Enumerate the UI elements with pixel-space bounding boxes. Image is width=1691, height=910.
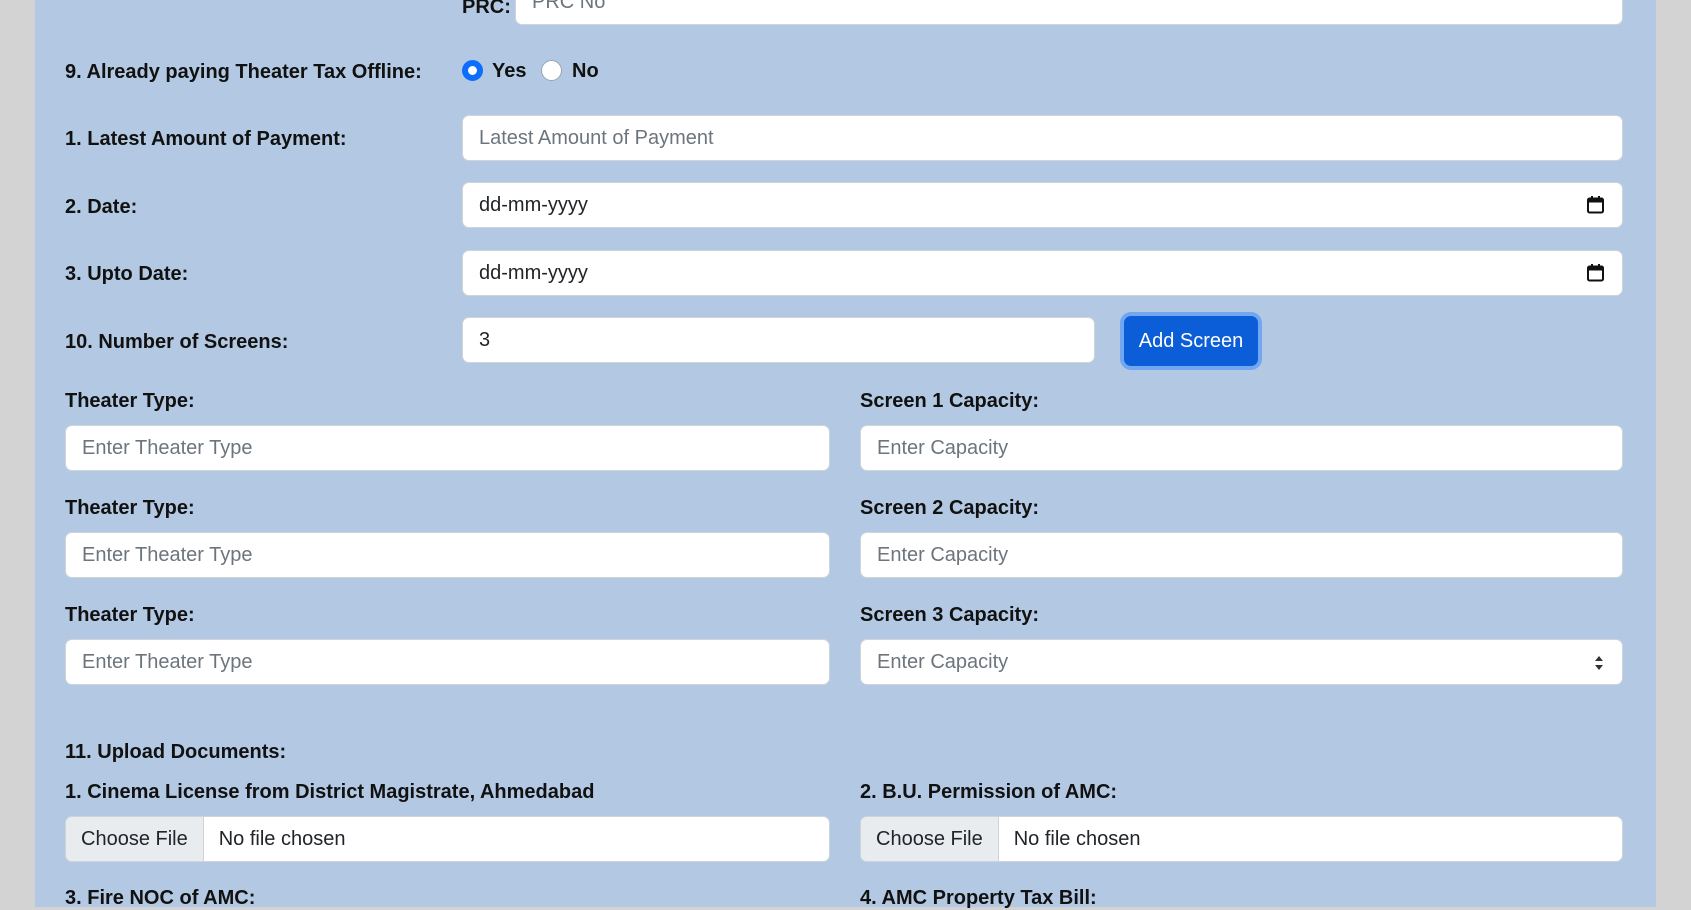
screen-capacity-input[interactable]: Enter Capacity (860, 639, 1623, 685)
screens-input[interactable]: 3 (462, 317, 1095, 363)
upload-label: 3. Fire NOC of AMC: (65, 887, 256, 909)
payment-label: 1. Latest Amount of Payment: (65, 128, 347, 150)
theater-tax-yes-label[interactable]: Yes (492, 59, 526, 83)
file-status: No file chosen (1013, 827, 1141, 850)
file-input[interactable]: Choose File No file chosen (65, 816, 830, 862)
screen-capacity-label: Screen 2 Capacity: (860, 497, 1039, 519)
upload-label: 1. Cinema License from District Magistra… (65, 781, 595, 803)
theater-type-input[interactable]: Enter Theater Type (65, 425, 830, 471)
screens-label: 10. Number of Screens: (65, 331, 289, 353)
theater-type-placeholder: Enter Theater Type (82, 650, 253, 673)
theater-tax-no-radio[interactable] (541, 60, 562, 81)
calendar-icon[interactable] (1587, 264, 1604, 282)
upto-date-input[interactable]: dd-mm-yyyy (462, 250, 1623, 296)
spinner-arrows-icon[interactable] (1592, 652, 1606, 674)
payment-input[interactable]: Latest Amount of Payment (462, 115, 1623, 161)
theater-type-input[interactable]: Enter Theater Type (65, 639, 830, 685)
choose-file-button[interactable]: Choose File (66, 817, 204, 861)
theater-type-label: Theater Type: (65, 497, 195, 519)
date-value: dd-mm-yyyy (479, 193, 588, 216)
file-input[interactable]: Choose File No file chosen (860, 816, 1623, 862)
theater-type-placeholder: Enter Theater Type (82, 543, 253, 566)
screen-capacity-placeholder: Enter Capacity (877, 436, 1009, 459)
theater-tax-label: 9. Already paying Theater Tax Offline: (65, 61, 422, 83)
screen-capacity-label: Screen 3 Capacity: (860, 604, 1039, 626)
screen-capacity-input[interactable]: Enter Capacity (860, 532, 1623, 578)
theater-tax-no-label[interactable]: No (572, 59, 599, 83)
form-panel: PRC: PRC No 9. Already paying Theater Ta… (35, 0, 1656, 909)
upto-date-value: dd-mm-yyyy (479, 261, 588, 284)
theater-type-placeholder: Enter Theater Type (82, 436, 253, 459)
theater-type-input[interactable]: Enter Theater Type (65, 532, 830, 578)
theater-type-label: Theater Type: (65, 604, 195, 626)
calendar-icon[interactable] (1587, 196, 1604, 214)
payment-placeholder: Latest Amount of Payment (479, 126, 714, 149)
prc-placeholder: PRC No (532, 0, 606, 13)
upto-date-label: 3. Upto Date: (65, 263, 189, 285)
screens-value: 3 (479, 328, 491, 351)
file-status: No file chosen (218, 827, 346, 850)
screen-capacity-input[interactable]: Enter Capacity (860, 425, 1623, 471)
prc-input[interactable]: PRC No (515, 0, 1623, 25)
date-label: 2. Date: (65, 196, 138, 218)
upload-label: 4. AMC Property Tax Bill: (860, 887, 1097, 909)
prc-label: PRC: (462, 0, 511, 18)
choose-file-button[interactable]: Choose File (861, 817, 999, 861)
upload-heading: 11. Upload Documents: (65, 741, 287, 763)
date-input[interactable]: dd-mm-yyyy (462, 182, 1623, 228)
theater-type-label: Theater Type: (65, 390, 195, 412)
screen-capacity-label: Screen 1 Capacity: (860, 390, 1039, 412)
add-screen-button[interactable]: Add Screen (1124, 316, 1258, 366)
screen-capacity-placeholder: Enter Capacity (877, 650, 1009, 673)
theater-tax-yes-radio[interactable] (462, 60, 483, 81)
upload-label: 2. B.U. Permission of AMC: (860, 781, 1118, 803)
screen-capacity-placeholder: Enter Capacity (877, 543, 1009, 566)
